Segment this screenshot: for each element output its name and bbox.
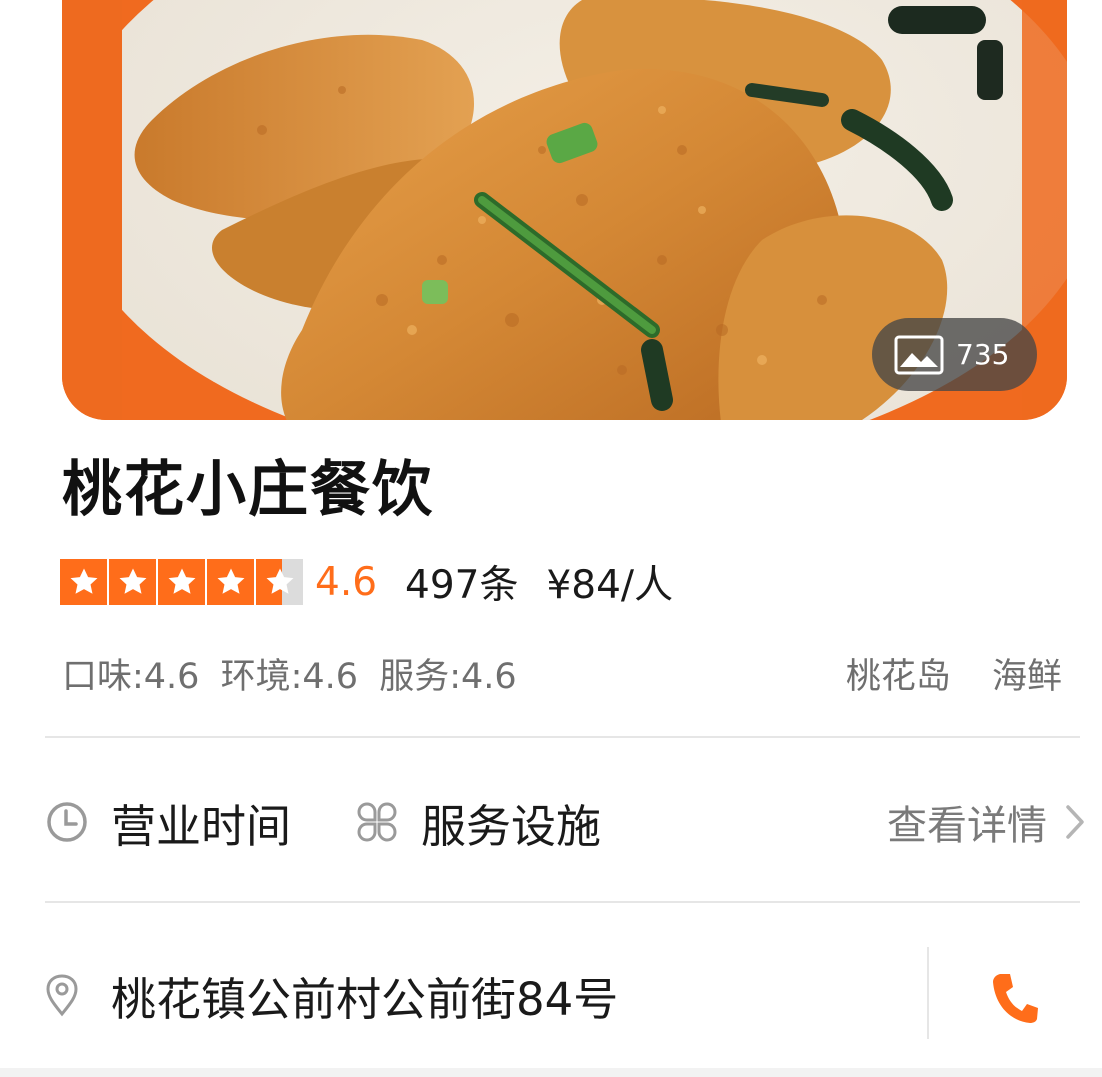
address-row[interactable]: 桃花镇公前村公前街84号: [45, 945, 1095, 1045]
star-icon: [60, 559, 107, 605]
photo-count-badge[interactable]: 735: [872, 318, 1037, 391]
rating-row: 4.6 497条 ¥84/人: [60, 558, 673, 608]
business-hours-label: 营业时间: [111, 799, 292, 853]
shop-tags: 桃花岛 海鲜: [816, 648, 1062, 699]
sub-scores: 口味:4.6 环境:4.6 服务:4.6: [62, 648, 527, 699]
info-row[interactable]: 营业时间 服务设施 查看详情: [45, 784, 1085, 860]
environment-score: 环境:4.6: [220, 656, 359, 697]
tag-cuisine[interactable]: 海鲜: [992, 657, 1062, 697]
section-separator: [0, 1068, 1102, 1077]
view-details-label: 查看详情: [887, 803, 1047, 849]
photo-count: 735: [956, 338, 1010, 371]
address-text[interactable]: 桃花镇公前村公前街84号: [111, 963, 618, 1028]
star-icon: [158, 559, 205, 605]
service-score: 服务:4.6: [379, 656, 517, 697]
star-icon: [109, 559, 156, 605]
image-icon: [894, 335, 944, 374]
review-count[interactable]: 497条: [405, 554, 518, 610]
rating-score: 4.6: [315, 559, 378, 605]
tag-area[interactable]: 桃花岛: [846, 657, 951, 697]
business-hours[interactable]: 营业时间: [45, 790, 291, 855]
half-star-icon: [256, 559, 303, 605]
clock-icon: [47, 802, 87, 842]
star-rating: [60, 559, 303, 605]
phone-icon: [993, 974, 1038, 1023]
grid-icon: [357, 802, 397, 842]
call-button[interactable]: [985, 967, 1045, 1027]
chevron-right-icon: [1066, 805, 1084, 839]
price-per-person: ¥84/人: [546, 563, 674, 608]
service-facilities-label: 服务设施: [421, 799, 602, 853]
vertical-divider: [927, 947, 929, 1039]
view-details-link[interactable]: 查看详情: [887, 793, 1085, 851]
divider: [45, 901, 1080, 903]
service-facilities[interactable]: 服务设施: [355, 790, 601, 855]
location-pin-icon: [46, 974, 78, 1017]
taste-score: 口味:4.6: [62, 656, 200, 697]
divider: [45, 736, 1080, 738]
shop-name: 桃花小庄餐饮: [62, 455, 434, 525]
star-icon: [207, 559, 254, 605]
hero-photo[interactable]: 735: [62, 0, 1067, 420]
sub-scores-row: 口味:4.6 环境:4.6 服务:4.6 桃花岛 海鲜: [62, 648, 1062, 699]
